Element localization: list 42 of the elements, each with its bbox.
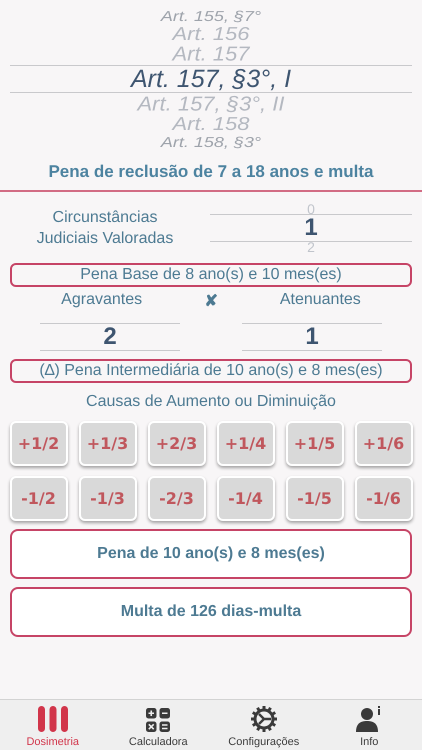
fraction-button[interactable]: +1/4 xyxy=(216,421,274,466)
aggravating-picker[interactable]: 2 xyxy=(40,323,180,351)
fraction-button[interactable]: -1/6 xyxy=(354,476,412,521)
penalty-title: Pena de reclusão de 7 a 18 anos e multa xyxy=(47,162,375,182)
causes-title: Causas de Aumento ou Diminuição xyxy=(85,393,337,411)
calculator-icon xyxy=(146,708,170,732)
base-penalty: Pena Base de 8 ano(s) e 10 mes(es) xyxy=(10,263,412,287)
tab[interactable]: Configurações xyxy=(211,700,316,750)
picker-option[interactable]: Art. 157 xyxy=(172,44,250,64)
fraction-button[interactable]: +1/5 xyxy=(286,421,344,466)
bars-icon xyxy=(36,706,69,732)
fraction-button[interactable]: +2/3 xyxy=(148,421,206,466)
versus-mark: ✘ xyxy=(204,292,218,311)
picker-option[interactable]: Art. 158 xyxy=(172,116,250,132)
mitigating-label: Atenuantes xyxy=(280,291,361,310)
circumstances-label: Circunstâncias Judiciais Valoradas xyxy=(36,208,174,248)
picker-option[interactable]: Art. 157, §3°, II xyxy=(138,94,284,114)
fraction-button[interactable]: -2/3 xyxy=(148,476,206,521)
fraction-button[interactable]: -1/5 xyxy=(286,476,344,521)
fine-result: Multa de 126 dias-multa xyxy=(10,587,412,637)
picker-option[interactable]: 1 xyxy=(210,214,412,242)
fraction-button[interactable]: -1/3 xyxy=(78,476,136,521)
picker-option[interactable]: Art. 158, §3° xyxy=(160,136,262,148)
picker-option[interactable]: 2 xyxy=(210,242,412,252)
picker-option[interactable]: Art. 157, §3°, I xyxy=(130,64,292,94)
aggravating-label: Agravantes xyxy=(61,291,142,310)
picker-option[interactable]: 0 xyxy=(210,204,412,214)
tab[interactable]: Info xyxy=(316,700,422,750)
tab[interactable]: Dosimetria xyxy=(0,700,106,750)
settings-icon xyxy=(250,706,277,732)
fraction-button[interactable]: -1/4 xyxy=(216,476,274,521)
fraction-button[interactable]: +1/2 xyxy=(10,421,68,466)
picker-option[interactable]: Art. 156 xyxy=(172,26,250,42)
fraction-button[interactable]: +1/6 xyxy=(354,421,412,466)
fraction-button[interactable]: +1/3 xyxy=(78,421,136,466)
mitigating-picker[interactable]: 1 xyxy=(242,323,382,351)
tab[interactable]: Calculadora xyxy=(106,700,211,750)
picker-option[interactable]: Art. 155, §7° xyxy=(160,10,262,22)
final-penalty: Pena de 10 ano(s) e 8 mes(es) xyxy=(10,529,412,579)
intermediate-penalty: (∆) Pena Intermediária de 10 ano(s) e 8 mes(es) xyxy=(10,359,412,383)
user-info-icon xyxy=(356,706,382,732)
fraction-button[interactable]: -1/2 xyxy=(10,476,68,521)
